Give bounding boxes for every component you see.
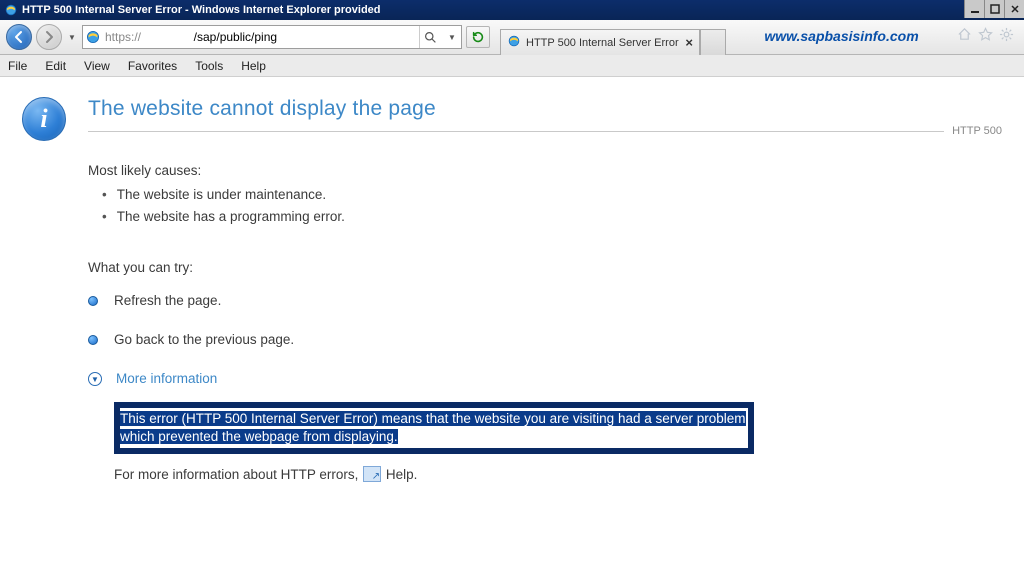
menu-view[interactable]: View bbox=[84, 59, 110, 73]
help-line: For more information about HTTP errors, … bbox=[114, 466, 1002, 482]
menu-help[interactable]: Help bbox=[241, 59, 266, 73]
list-item: The website is under maintenance. bbox=[102, 184, 1002, 206]
try-heading: What you can try: bbox=[88, 260, 1002, 275]
help-link-icon[interactable] bbox=[363, 466, 381, 482]
home-icon[interactable] bbox=[957, 27, 972, 47]
error-page-body: i The website cannot display the page HT… bbox=[0, 77, 1024, 502]
try-refresh-row[interactable]: Refresh the page. bbox=[88, 293, 1002, 308]
try-item-label: Refresh the page. bbox=[114, 293, 221, 308]
menu-file[interactable]: File bbox=[8, 59, 27, 73]
divider: HTTP 500 bbox=[88, 131, 1002, 132]
more-information-detail: This error (HTTP 500 Internal Server Err… bbox=[114, 402, 754, 454]
try-item-label: Go back to the previous page. bbox=[114, 332, 294, 347]
window-title: HTTP 500 Internal Server Error - Windows… bbox=[22, 4, 964, 16]
url-path: /sap/public/ping bbox=[194, 30, 277, 44]
window-titlebar: HTTP 500 Internal Server Error - Windows… bbox=[0, 0, 1024, 20]
try-back-row[interactable]: Go back to the previous page. bbox=[88, 332, 1002, 347]
causes-heading: Most likely causes: bbox=[88, 163, 1002, 178]
browser-toolbar: ▼ https:// /sap/public/ping ▼ HTTP 500 I… bbox=[0, 20, 1024, 55]
toolbar-right-icons bbox=[957, 27, 1018, 47]
nav-history-dropdown[interactable]: ▼ bbox=[66, 33, 78, 42]
search-dropdown-icon[interactable]: ▼ bbox=[445, 26, 459, 48]
tab-label: HTTP 500 Internal Server Error bbox=[526, 37, 679, 49]
address-bar[interactable]: https:// /sap/public/ping ▼ bbox=[82, 25, 462, 49]
chevron-down-icon: ▼ bbox=[88, 372, 102, 386]
refresh-button[interactable] bbox=[466, 26, 490, 48]
more-information-label: More information bbox=[116, 371, 217, 386]
list-item: The website has a programming error. bbox=[102, 206, 1002, 228]
back-button[interactable] bbox=[6, 24, 32, 50]
refresh-bullet-icon bbox=[88, 296, 98, 306]
menu-favorites[interactable]: Favorites bbox=[128, 59, 177, 73]
forward-button[interactable] bbox=[36, 24, 62, 50]
gear-icon[interactable] bbox=[999, 27, 1014, 47]
menu-bar: File Edit View Favorites Tools Help bbox=[0, 55, 1024, 77]
causes-list: The website is under maintenance. The we… bbox=[102, 184, 1002, 228]
page-title: The website cannot display the page bbox=[88, 97, 1002, 121]
star-icon[interactable] bbox=[978, 27, 993, 47]
new-tab-button[interactable] bbox=[700, 29, 726, 55]
search-icon[interactable] bbox=[419, 26, 441, 48]
more-information-toggle[interactable]: ▼ More information bbox=[88, 371, 1002, 386]
maximize-button[interactable] bbox=[984, 0, 1004, 18]
close-button[interactable] bbox=[1004, 0, 1024, 18]
info-icon: i bbox=[22, 97, 66, 141]
brand-label: www.sapbasisinfo.com bbox=[730, 28, 953, 46]
selected-detail-text: This error (HTTP 500 Internal Server Err… bbox=[120, 411, 746, 444]
status-code-label: HTTP 500 bbox=[944, 125, 1002, 137]
url-scheme: https:// bbox=[105, 30, 141, 44]
ie-app-icon bbox=[4, 3, 18, 17]
menu-tools[interactable]: Tools bbox=[195, 59, 223, 73]
minimize-button[interactable] bbox=[964, 0, 984, 18]
browser-tab[interactable]: HTTP 500 Internal Server Error × bbox=[500, 29, 700, 55]
window-controls bbox=[964, 0, 1024, 20]
site-icon bbox=[85, 29, 101, 45]
tab-strip: HTTP 500 Internal Server Error × bbox=[500, 20, 726, 54]
ie-tab-icon bbox=[507, 34, 521, 51]
back-bullet-icon bbox=[88, 335, 98, 345]
menu-edit[interactable]: Edit bbox=[45, 59, 66, 73]
tab-close-icon[interactable]: × bbox=[685, 35, 693, 50]
